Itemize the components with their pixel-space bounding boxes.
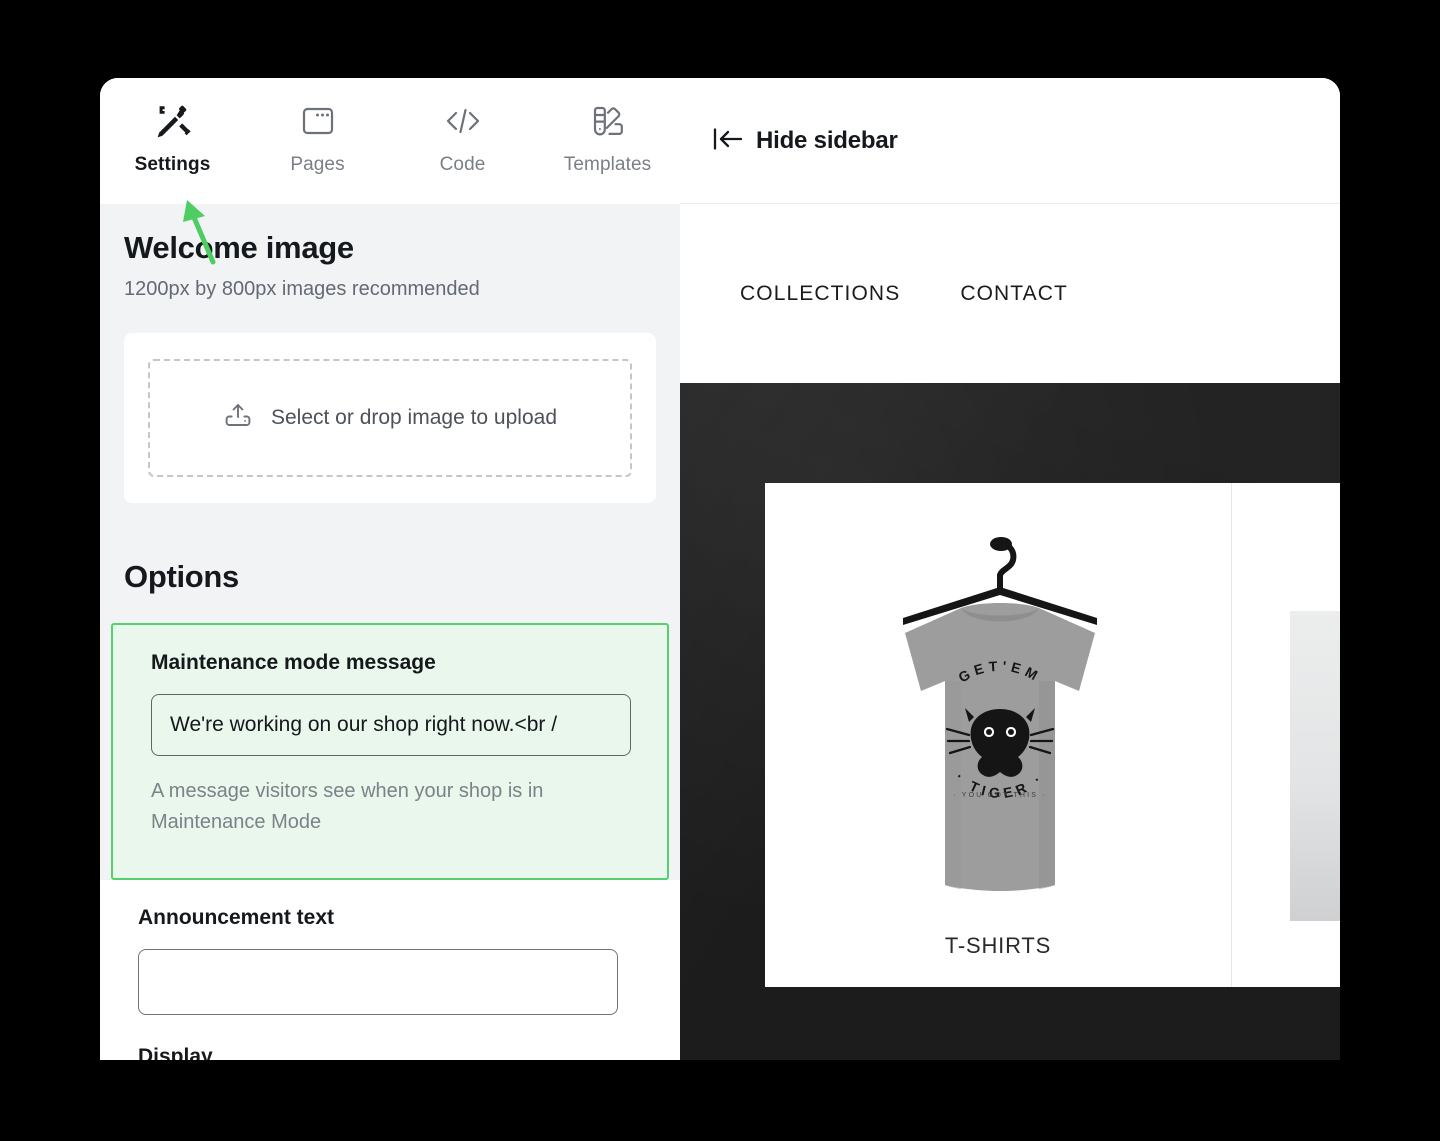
maintenance-mode-label: Maintenance mode message bbox=[151, 651, 436, 674]
page-title: Welcome image bbox=[124, 230, 354, 265]
announcement-text-input[interactable] bbox=[138, 949, 618, 1015]
product-card-next-partial[interactable] bbox=[1231, 483, 1340, 987]
maintenance-mode-help-text: A message visitors see when your shop is… bbox=[151, 780, 544, 833]
site-nav-link-contact[interactable]: CONTACT bbox=[960, 282, 1068, 306]
app-window: Settings Pages Code Templates Welcome im… bbox=[100, 78, 1340, 1060]
editor-sidebar: Settings Pages Code Templates Welcome im… bbox=[100, 78, 680, 1060]
sidebar-tab-bar: Settings Pages Code Templates bbox=[100, 78, 680, 204]
announcement-text-label: Announcement text bbox=[138, 906, 335, 929]
tab-templates-label: Templates bbox=[563, 154, 652, 175]
product-image-placeholder bbox=[1290, 611, 1340, 921]
tab-code-label: Code bbox=[439, 154, 486, 175]
next-option-label: Display bbox=[138, 1045, 213, 1060]
upload-dropzone-label: Select or drop image to upload bbox=[270, 406, 557, 429]
product-title: T-SHIRTS bbox=[944, 933, 1052, 958]
announcement-text-option-group: Announcement text bbox=[100, 880, 680, 1041]
preview-toolbar: Hide sidebar bbox=[680, 78, 1340, 204]
tab-templates[interactable]: Templates bbox=[535, 100, 680, 176]
hide-sidebar-label: Hide sidebar bbox=[756, 126, 898, 154]
tab-pages[interactable]: Pages bbox=[245, 100, 390, 176]
site-hero: GET'EM · TIGER · · YOU GOT THIS · T-SHIR… bbox=[680, 383, 1340, 1060]
product-card-tshirts[interactable]: GET'EM · TIGER · · YOU GOT THIS · T-SHIR… bbox=[765, 483, 1231, 987]
hide-sidebar-button[interactable]: Hide sidebar bbox=[712, 125, 898, 156]
next-option-row-partial: Display bbox=[100, 1041, 680, 1060]
maintenance-mode-option-group: Maintenance mode message We're working o… bbox=[111, 623, 669, 880]
sidebar-scroll-area[interactable]: Welcome image 1200px by 800px images rec… bbox=[100, 204, 680, 1060]
upload-card: Select or drop image to upload bbox=[124, 333, 656, 503]
sidebar-scrollbar[interactable] bbox=[671, 334, 676, 1052]
browser-window-icon bbox=[297, 100, 339, 142]
code-brackets-icon bbox=[442, 100, 484, 142]
preview-pane: Hide sidebar COLLECTIONS CONTACT GET'EM … bbox=[680, 78, 1340, 1060]
product-image: GET'EM · TIGER · · YOU GOT THIS · bbox=[765, 483, 1231, 933]
collapse-left-icon bbox=[712, 125, 744, 156]
svg-text:· YOU GOT THIS ·: · YOU GOT THIS · bbox=[953, 792, 1047, 799]
tab-pages-label: Pages bbox=[290, 154, 345, 175]
tools-pencil-icon bbox=[152, 100, 194, 142]
tab-settings[interactable]: Settings bbox=[100, 100, 245, 176]
product-grid: GET'EM · TIGER · · YOU GOT THIS · T-SHIR… bbox=[765, 483, 1340, 987]
upload-tray-icon bbox=[223, 401, 253, 436]
image-upload-dropzone[interactable]: Select or drop image to upload bbox=[148, 359, 632, 477]
maintenance-mode-input[interactable]: We're working on our shop right now.<br … bbox=[151, 694, 631, 756]
color-swatch-icon bbox=[587, 100, 629, 142]
tab-code[interactable]: Code bbox=[390, 100, 535, 176]
site-preview-frame[interactable]: COLLECTIONS CONTACT GET'EM · TIGER · · Y… bbox=[680, 204, 1340, 1060]
welcome-image-subtitle: 1200px by 800px images recommended bbox=[124, 278, 480, 300]
site-nav: COLLECTIONS CONTACT bbox=[680, 204, 1340, 383]
tab-settings-label: Settings bbox=[134, 154, 211, 175]
options-title: Options bbox=[124, 559, 239, 594]
welcome-image-section: Welcome image 1200px by 800px images rec… bbox=[100, 204, 680, 301]
options-section-header: Options bbox=[100, 503, 680, 595]
site-nav-link-collections[interactable]: COLLECTIONS bbox=[740, 282, 900, 306]
